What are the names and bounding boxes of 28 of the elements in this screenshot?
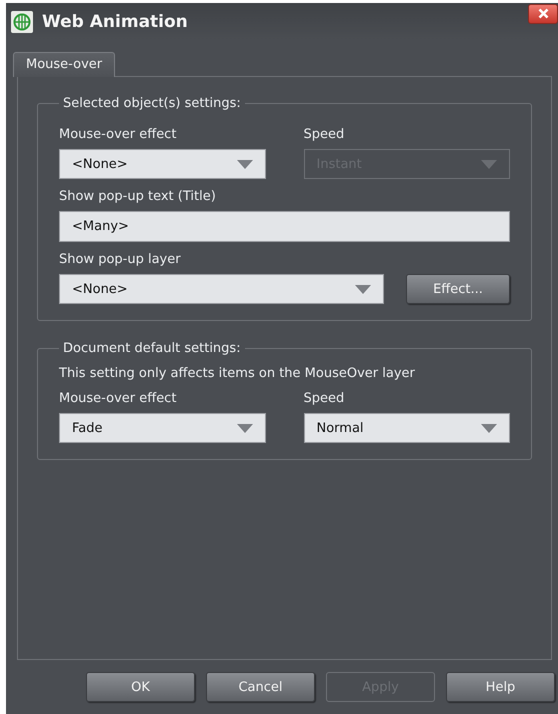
dropdown[interactable]: <None> — [59, 274, 384, 304]
caret-icon — [236, 160, 252, 168]
field-label: Mouse-over effect — [59, 127, 178, 142]
ok-button[interactable]: OK — [86, 672, 195, 702]
close-button[interactable] — [528, 4, 558, 24]
close-icon — [538, 8, 548, 19]
field-label: Speed — [304, 391, 346, 406]
cancel-button[interactable]: Cancel — [206, 672, 315, 702]
group-title: Document default settings: — [62, 341, 242, 356]
tab[interactable]: Mouse-over — [13, 52, 116, 77]
dropdown[interactable]: <None> — [59, 149, 266, 179]
note-text: This setting only affects items on the MouseOver layer — [59, 366, 416, 381]
field-label: Show pop-up layer — [59, 252, 182, 267]
effect-button[interactable]: Effect... — [406, 274, 510, 304]
field-label: Show pop-up text (Title) — [59, 189, 217, 204]
caret-icon — [481, 424, 497, 432]
dropdown[interactable]: Fade — [59, 413, 266, 443]
caret-icon — [355, 284, 371, 294]
window-title: Web Animation — [42, 12, 189, 32]
dropdown[interactable]: Normal — [304, 413, 510, 443]
field-label: Mouse-over effect — [59, 391, 178, 406]
caret-icon — [236, 424, 252, 432]
group-title: Selected object(s) settings: — [62, 96, 242, 111]
globe-icon — [11, 10, 33, 32]
help-button[interactable]: Help — [446, 672, 555, 702]
caret-icon — [481, 160, 497, 168]
field-label: Speed — [304, 127, 346, 142]
text-field[interactable]: <Many> — [59, 211, 510, 242]
